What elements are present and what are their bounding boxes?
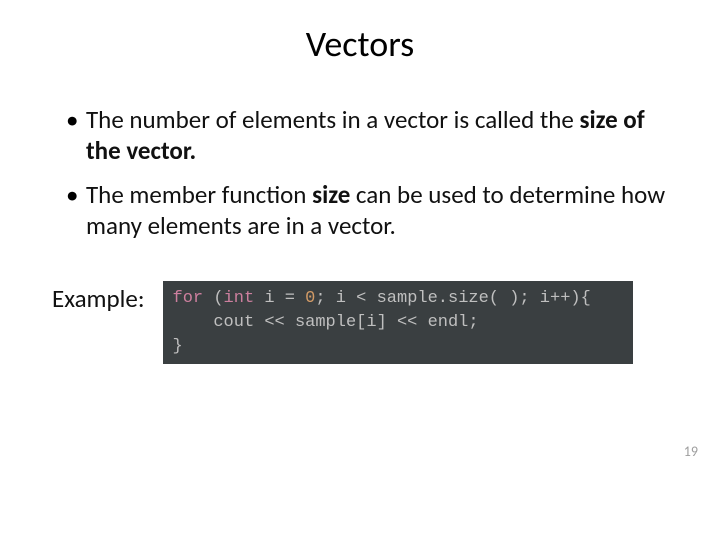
bullet-list: The number of elements in a vector is ca… bbox=[50, 104, 680, 241]
slide-content: The number of elements in a vector is ca… bbox=[0, 86, 720, 364]
code-keyword-int: int bbox=[224, 289, 255, 308]
code-line3: } bbox=[173, 337, 183, 356]
bullet-text-pre: The member function bbox=[86, 179, 312, 210]
slide-title: Vectors bbox=[0, 0, 720, 86]
example-label: Example: bbox=[52, 281, 145, 314]
code-keyword-for: for bbox=[173, 289, 204, 308]
code-cond: ; i < sample.size( ); i++){ bbox=[315, 289, 590, 308]
code-decl: i = bbox=[254, 289, 305, 308]
example-row: Example: for (int i = 0; i < sample.size… bbox=[50, 281, 680, 364]
page-number: 19 bbox=[684, 443, 698, 460]
code-open-paren: ( bbox=[203, 289, 223, 308]
code-indent bbox=[173, 313, 214, 332]
bullet-text-pre: The number of elements in a vector is ca… bbox=[86, 104, 579, 135]
bullet-text-bold: size bbox=[312, 179, 350, 210]
bullet-item: The number of elements in a vector is ca… bbox=[66, 104, 680, 167]
code-block: for (int i = 0; i < sample.size( ); i++)… bbox=[163, 281, 633, 364]
code-number-zero: 0 bbox=[305, 289, 315, 308]
code-line2: cout << sample[i] << endl; bbox=[213, 313, 478, 332]
bullet-item: The member function size can be used to … bbox=[66, 179, 680, 242]
